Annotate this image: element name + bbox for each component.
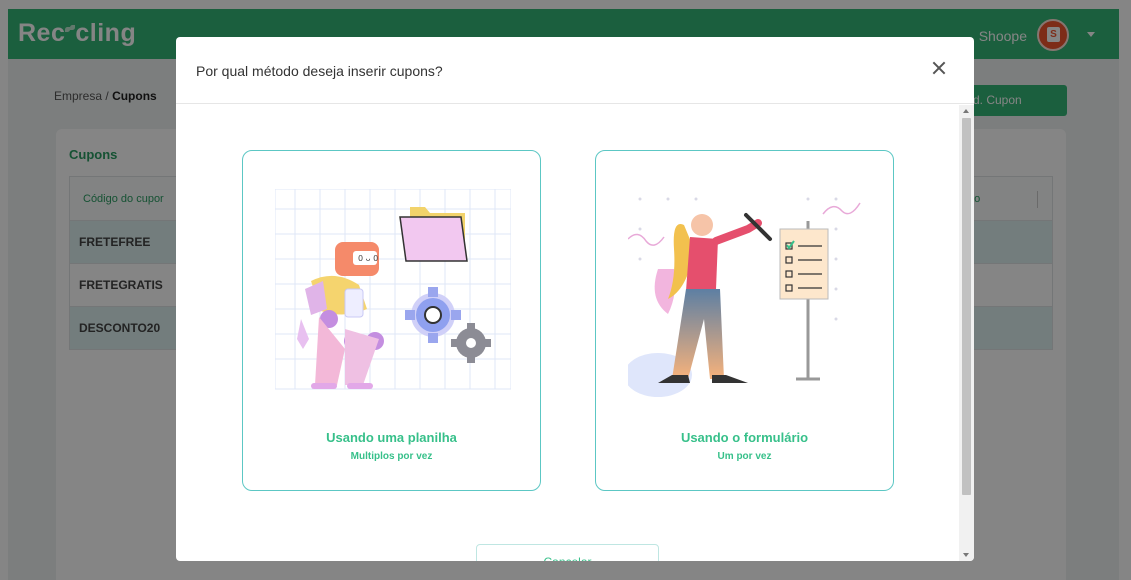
modal-title: Por qual método deseja inserir cupons?: [196, 63, 443, 79]
option-spreadsheet[interactable]: 0 ᴗ 0 Usando uma planilha Multiplos por …: [242, 150, 541, 491]
modal-header: Por qual método deseja inserir cupons?: [176, 37, 974, 104]
insert-method-modal: Por qual método deseja inserir cupons? 0…: [176, 37, 974, 561]
option-subtitle: Multiplos por vez: [350, 451, 433, 462]
option-title: Usando o formulário: [680, 430, 809, 445]
modal-scrollbar[interactable]: [959, 105, 974, 561]
robot-spreadsheet-illustration: 0 ᴗ 0: [275, 189, 511, 390]
cancel-button[interactable]: Cancelar: [476, 544, 659, 561]
option-subtitle: Um por vez: [717, 451, 772, 462]
option-form[interactable]: Usando o formulário Um por vez: [595, 150, 894, 491]
svg-text:0 ᴗ 0: 0 ᴗ 0: [358, 254, 378, 263]
scroll-down-arrow-icon[interactable]: [963, 553, 969, 557]
close-icon[interactable]: [930, 59, 948, 77]
scrollbar-thumb[interactable]: [962, 118, 971, 495]
option-title: Usando uma planilha: [326, 430, 457, 445]
scroll-up-arrow-icon[interactable]: [963, 109, 969, 113]
person-checklist-illustration: [628, 189, 864, 397]
